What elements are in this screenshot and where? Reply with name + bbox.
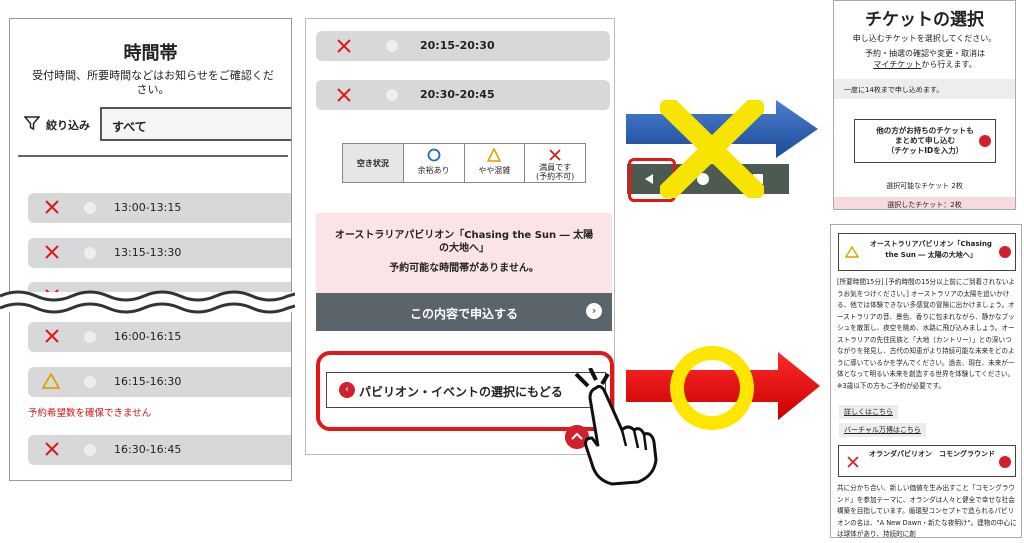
slot-time: 16:30-16:45 <box>114 443 182 456</box>
slot-time: 20:30-20:45 <box>420 88 495 101</box>
full-x-icon <box>45 442 59 456</box>
chevron-right-icon <box>999 246 1011 258</box>
warning-text: 予約希望数を確保できません <box>28 408 152 419</box>
radio-icon <box>84 247 96 259</box>
pavilion-title: オーストラリアパビリオン「Chasing the Sun ― 太陽の大地へ」 <box>334 230 594 254</box>
filter-select[interactable]: すべて <box>100 107 291 141</box>
radio-icon <box>84 444 96 456</box>
apply-button[interactable]: この内容で申込する › <box>316 293 612 331</box>
my-ticket-link[interactable]: マイチケット <box>873 60 921 69</box>
available-tickets: 選択可能なチケット 2枚 <box>886 182 963 190</box>
legend-full: 満員です (予約不可) <box>525 144 585 182</box>
triangle-busy-icon <box>845 246 859 258</box>
full-x-icon <box>549 149 561 161</box>
ticket-info-line: 予約・抽選の確認や変更・取消は <box>865 49 985 58</box>
slot-time: 13:00-13:15 <box>114 201 182 214</box>
full-x-icon <box>45 245 59 259</box>
no-slot-message: 予約可能な時間帯がありません。 <box>389 263 539 274</box>
back-to-pavilion-button[interactable]: ‹ パビリオン・イベントの選択にもどる <box>326 372 606 408</box>
triangle-busy-icon <box>487 148 502 162</box>
pavilion-list-panel: オーストラリアパビリオン「Chasing the Sun ― 太陽の大地へ」 [… <box>830 224 1022 538</box>
radio-icon <box>84 376 96 388</box>
time-slot-panel: 時間帯 受付時間、所要時間などはお知らせをご確認ください。 絞り込み すべて 1… <box>9 18 292 481</box>
chevron-left-icon: ‹ <box>339 382 355 398</box>
chevron-right-icon: › <box>586 303 602 319</box>
time-slot-item[interactable]: 13:00-13:15 <box>28 193 291 223</box>
time-slot-item[interactable]: 20:15-20:30 <box>316 31 610 61</box>
ok-circle-mark-icon <box>670 346 754 430</box>
triangle-busy-icon <box>42 373 60 389</box>
apply-button-label: この内容で申込する <box>409 307 518 321</box>
availability-legend: 空き状況 余裕あり やや混雑 満員です (予約不可) <box>342 143 586 183</box>
slot-time: 20:15-20:30 <box>420 39 495 52</box>
time-slot-item[interactable]: 20:30-20:45 <box>316 80 610 110</box>
legend-busy: やや混雑 <box>465 144 526 182</box>
ng-x-mark-icon <box>660 100 764 198</box>
slot-time: 13:15-13:30 <box>114 246 182 259</box>
pavilion-title: オランダパビリオン コモングラウンド <box>869 450 995 458</box>
legend-busy-label: やや混雑 <box>478 166 511 175</box>
ticket-info-line2: マイチケットから行えます。 <box>873 60 977 69</box>
filter-row: 絞り込み すべて <box>20 107 291 141</box>
ticket-title: チケットの選択 <box>865 10 984 30</box>
time-slot-item[interactable]: 16:30-16:45 <box>28 435 291 465</box>
chevron-right-icon <box>999 456 1011 468</box>
filter-icon <box>24 116 40 131</box>
selected-tickets: 選択したチケット：2枚 <box>834 197 1015 209</box>
cut-wave <box>0 290 295 314</box>
ticket-instruction: 申し込むチケットを選択してください。 <box>852 34 997 43</box>
slot-time: 16:00-16:15 <box>114 330 182 343</box>
other-tickets-label: 他の方がお持ちのチケットも まとめて申し込む （チケットIDを入力） <box>876 126 974 155</box>
legend-available-label: 余裕あり <box>417 166 450 175</box>
other-tickets-button[interactable]: 他の方がお持ちのチケットも まとめて申し込む （チケットIDを入力） <box>854 119 996 163</box>
full-x-icon <box>337 88 351 102</box>
time-slot-item[interactable]: 16:00-16:15 <box>28 322 291 352</box>
pavilion-title: オーストラリアパビリオン「Chasing the Sun ― 太陽の大地へ」 <box>870 240 992 259</box>
pavilion-item[interactable]: オランダパビリオン コモングラウンド <box>838 445 1016 477</box>
circle-available-icon <box>427 148 441 162</box>
legend-available: 余裕あり <box>404 144 465 182</box>
full-x-icon <box>337 39 351 53</box>
no-slot-notice: オーストラリアパビリオン「Chasing the Sun ― 太陽の大地へ」 予… <box>316 213 612 293</box>
full-x-icon <box>45 200 59 214</box>
ticket-select-panel: チケットの選択 申し込むチケットを選択してください。 予約・抽選の確認や変更・取… <box>833 0 1016 210</box>
time-slot-item[interactable]: 13:15-13:30 <box>28 238 291 268</box>
chevron-right-icon <box>979 135 991 147</box>
legend-full-label: 満員です (予約不可) <box>536 163 575 181</box>
full-x-icon <box>45 329 59 343</box>
details-link[interactable]: 詳しくはこちら <box>839 405 898 419</box>
radio-icon <box>84 202 96 214</box>
filter-label: 絞り込み <box>46 119 90 132</box>
radio-icon <box>386 89 398 101</box>
divider <box>18 155 288 157</box>
page-title: 時間帯 <box>123 43 178 64</box>
pavilion-description: 共に分かち合い、新しい価値を生み出すこと「コモングラウンド」を参加テーマに、オラ… <box>837 484 1017 538</box>
back-button-label: パビリオン・イベントの選択にもどる <box>359 385 563 399</box>
slot-time: 16:15-16:30 <box>114 375 182 388</box>
full-x-icon <box>847 456 859 468</box>
time-slot-item[interactable]: 16:15-16:30 <box>28 367 291 397</box>
ticket-limit: 一度に14枚まで申し込めます。 <box>834 79 1015 99</box>
radio-icon <box>386 40 398 52</box>
page-subtitle: 受付時間、所要時間などはお知らせをご確認ください。 <box>32 69 274 96</box>
virtual-expo-link[interactable]: バーチャル万博はこちら <box>839 423 926 437</box>
pavilion-item[interactable]: オーストラリアパビリオン「Chasing the Sun ― 太陽の大地へ」 <box>838 233 1016 271</box>
pavilion-description: [所要時間15分] [予約時間の15分以上前にご到着されないようお気をつけくださ… <box>837 278 1015 390</box>
radio-icon <box>84 331 96 343</box>
legend-header: 空き状況 <box>343 144 404 182</box>
